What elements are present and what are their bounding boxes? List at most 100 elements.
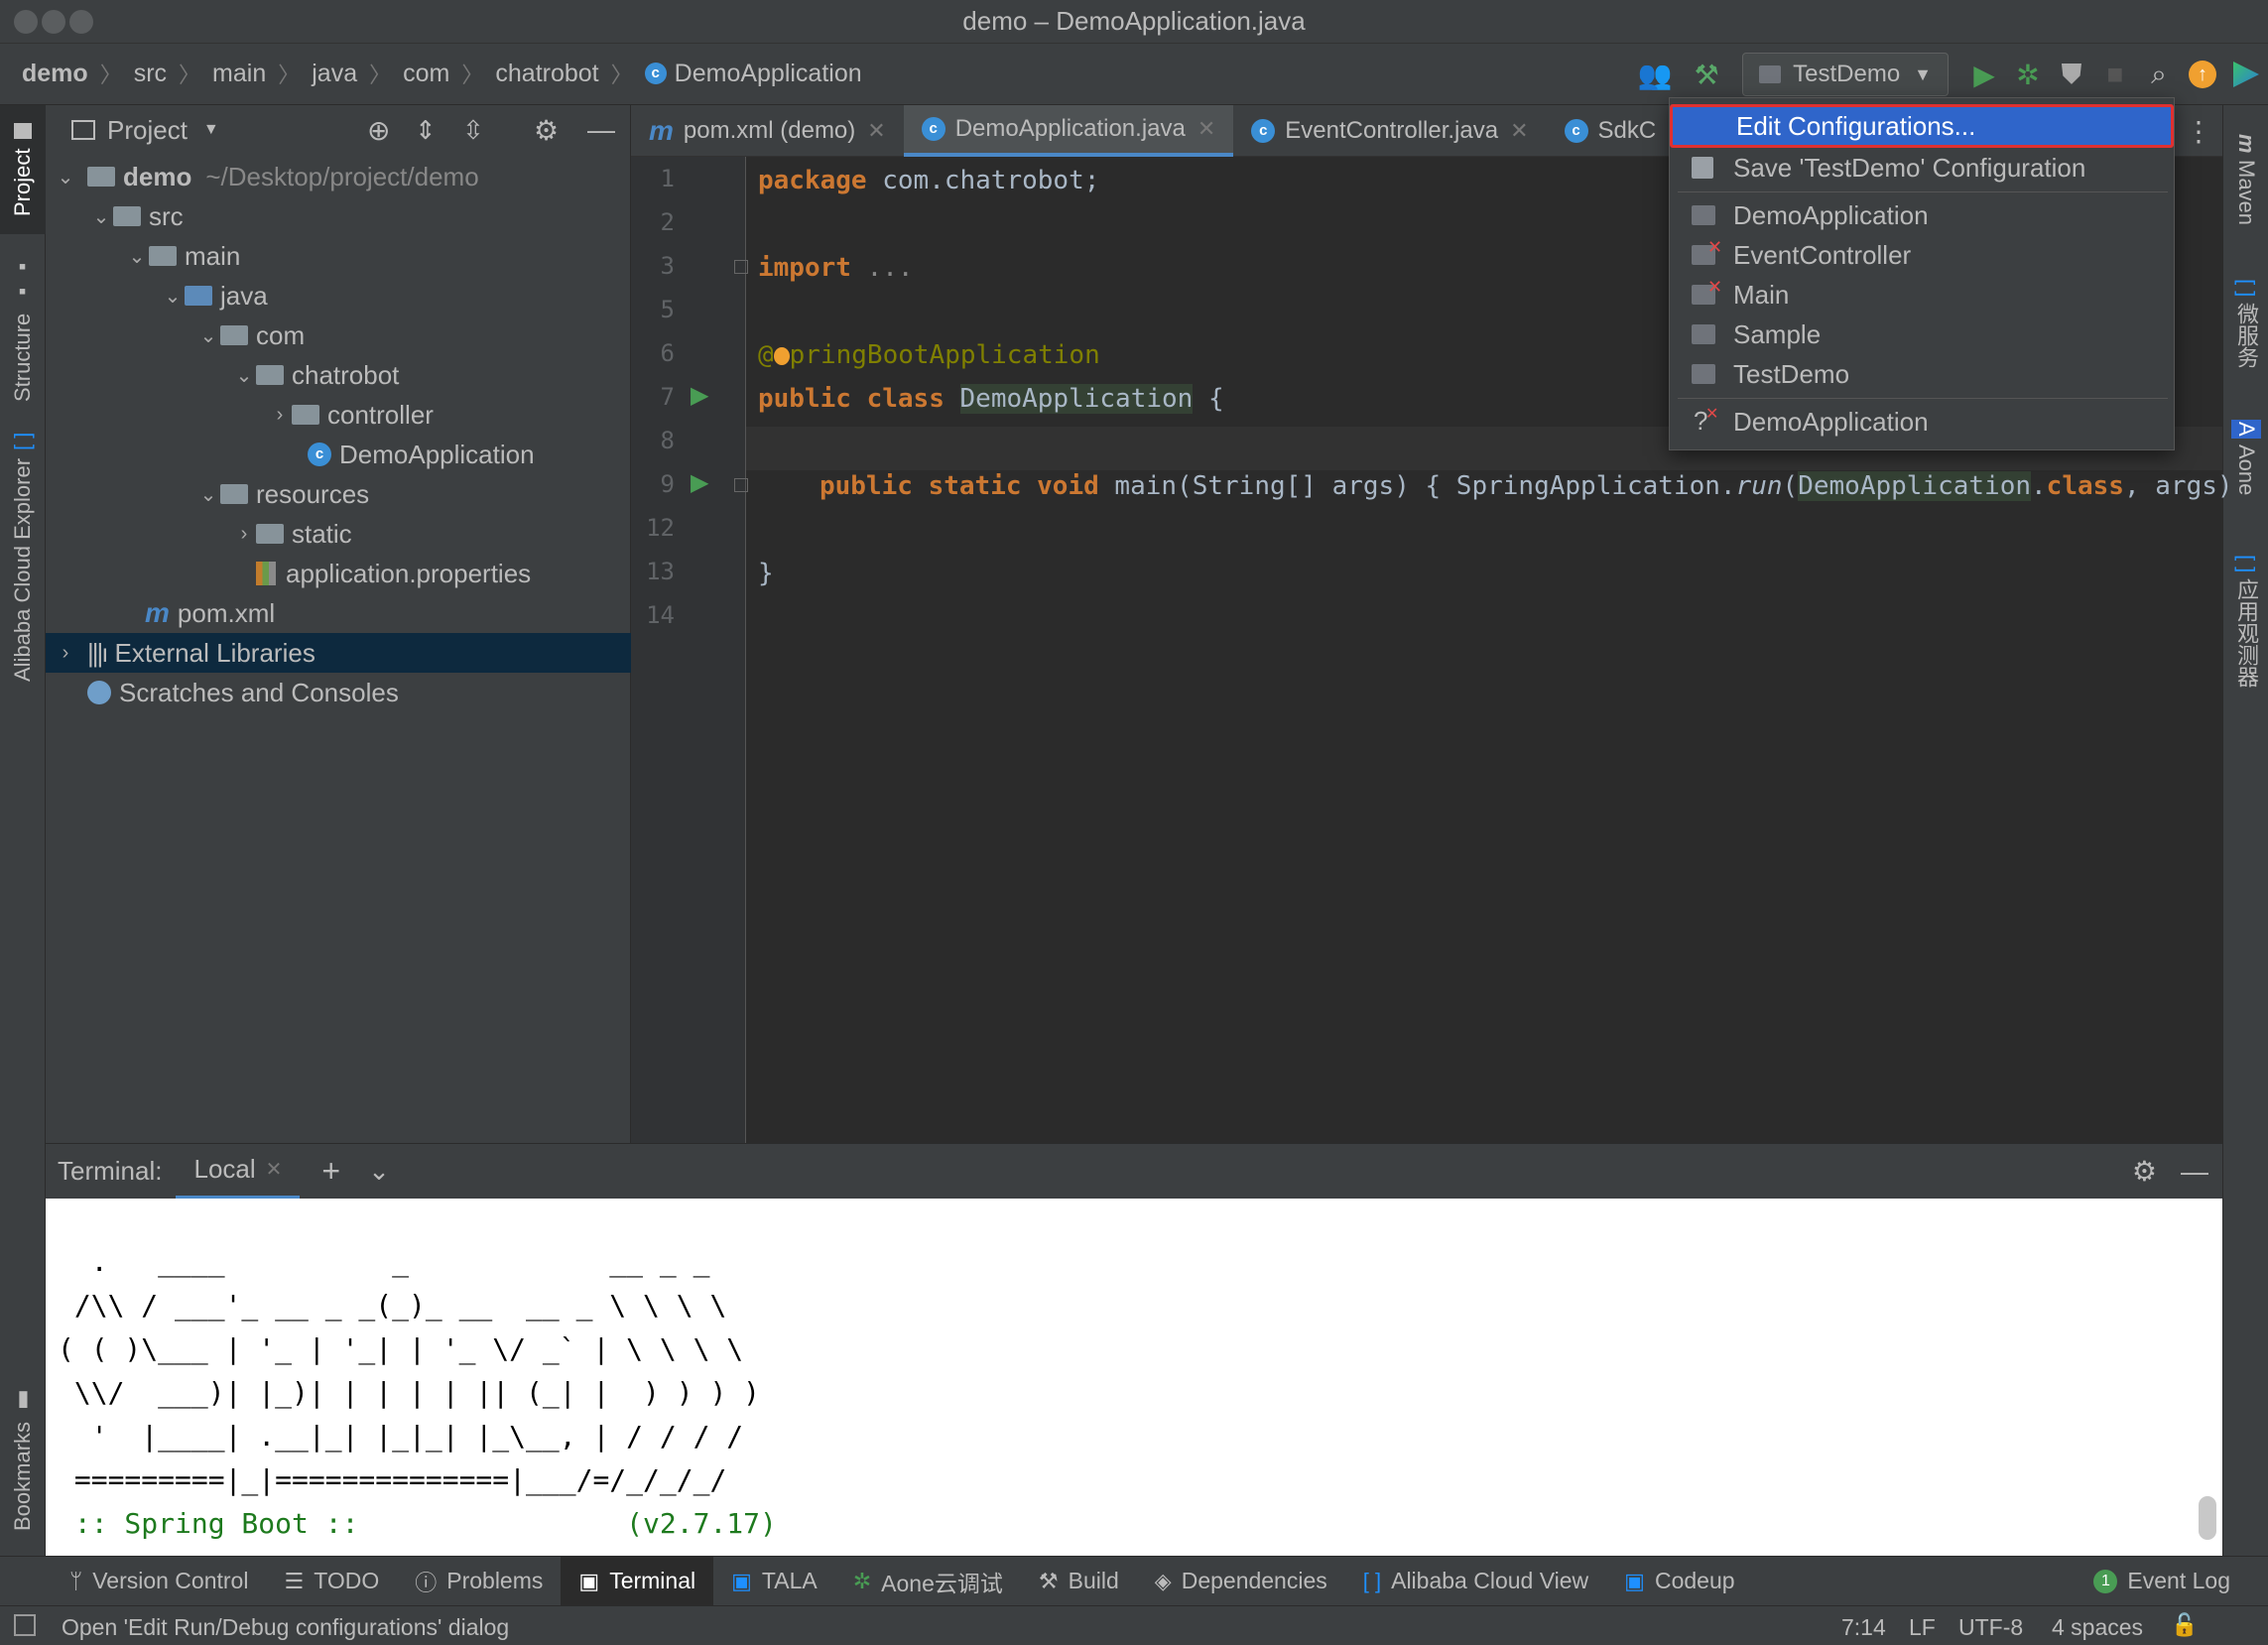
breadcrumb-demo[interactable]: demo xyxy=(22,60,88,88)
hammer-build-icon[interactable]: ⚒ xyxy=(1685,53,1728,96)
tool-build[interactable]: ⚒ Build xyxy=(1021,1557,1137,1606)
chevron-down-icon[interactable]: ⌄ xyxy=(125,244,149,269)
gear-icon[interactable]: ⚙ xyxy=(534,114,559,147)
chevron-right-icon[interactable]: › xyxy=(268,404,292,427)
tab-eventcontroller[interactable]: c EventController.java ✕ xyxy=(1233,105,1546,157)
bookmarks-tool-tab[interactable]: Bookmarks ▮ xyxy=(0,1375,46,1544)
tab-demoapplication[interactable]: c DemoApplication.java ✕ xyxy=(903,105,1234,157)
chevron-down-icon[interactable]: ⌄ xyxy=(89,204,113,229)
tree-item-chatrobot[interactable]: ⌄ chatrobot xyxy=(46,355,631,395)
line-separator[interactable]: LF xyxy=(1909,1614,1936,1641)
caret-position[interactable]: 7:14 xyxy=(1841,1614,1886,1641)
fold-icon[interactable] xyxy=(734,260,748,274)
gear-icon[interactable]: ⚙ xyxy=(2132,1155,2157,1188)
terminal-output[interactable]: . ____ _ __ _ _ /\\ / ___'_ __ _ _(_)_ _… xyxy=(46,1199,2222,1556)
chevron-down-icon[interactable]: ⌄ xyxy=(232,363,256,388)
tree-item-static[interactable]: › static xyxy=(46,514,631,554)
intention-bulb-icon[interactable] xyxy=(773,346,790,365)
run-configuration-selector[interactable]: TestDemo ▼ xyxy=(1742,53,1949,96)
tree-item-pom-xml[interactable]: m pom.xml xyxy=(46,593,631,633)
tool-version-control[interactable]: ᛘ Version Control xyxy=(0,1557,266,1606)
tree-item-controller[interactable]: › controller xyxy=(46,395,631,435)
tree-item-src[interactable]: ⌄ src xyxy=(46,196,631,236)
structure-tool-tab[interactable]: Structure ▪▪ xyxy=(0,254,46,403)
tab-sdkc[interactable]: c SdkC xyxy=(1547,105,1675,157)
user-icon[interactable]: 👥 xyxy=(1625,53,1685,96)
tree-item-com[interactable]: ⌄ com xyxy=(46,316,631,355)
maven-tool-tab[interactable]: m Maven xyxy=(2223,115,2268,244)
hide-icon[interactable]: — xyxy=(587,114,615,146)
tool-problems[interactable]: ⓘ Problems xyxy=(397,1557,561,1606)
terminal-scrollbar[interactable] xyxy=(2199,1496,2216,1540)
stop-icon[interactable]: ■ xyxy=(2093,53,2137,96)
tool-terminal[interactable]: ▣ Terminal xyxy=(561,1556,714,1606)
chevron-down-icon[interactable]: ▼ xyxy=(203,121,219,139)
chevron-down-icon[interactable]: ⌄ xyxy=(368,1156,390,1187)
chevron-right-icon[interactable]: › xyxy=(232,523,256,546)
tool-event-log[interactable]: 1 Event Log xyxy=(2076,1557,2248,1606)
breadcrumb-main[interactable]: main xyxy=(212,60,266,88)
expand-all-icon[interactable]: ⇕ xyxy=(415,115,437,146)
tree-item-external-libraries[interactable]: › |||ı External Libraries xyxy=(46,633,631,673)
update-icon[interactable]: ↑ xyxy=(2181,53,2224,96)
breadcrumb-demoapplication[interactable]: c DemoApplication xyxy=(644,60,862,88)
edit-configurations-item[interactable]: Edit Configurations... xyxy=(1670,104,2174,148)
more-tabs-icon[interactable]: ⋮ xyxy=(2185,115,2212,148)
run-gutter-icon[interactable]: ▶ xyxy=(691,381,708,410)
config-item-main[interactable]: ✕ Main xyxy=(1670,275,2174,315)
file-encoding[interactable]: UTF-8 xyxy=(1958,1614,2023,1641)
chevron-down-icon[interactable]: ⌄ xyxy=(196,482,220,507)
locate-icon[interactable]: ⊕ xyxy=(367,114,390,147)
breadcrumb-com[interactable]: com xyxy=(403,60,449,88)
tree-item-application-properties[interactable]: application.properties xyxy=(46,554,631,593)
microservice-tool-tab[interactable]: [ ] 微服务 xyxy=(2223,264,2268,383)
project-tool-tab[interactable]: Project xyxy=(0,105,46,234)
fold-icon[interactable] xyxy=(734,478,748,492)
tab-pom-xml[interactable]: m pom.xml (demo) ✕ xyxy=(631,105,904,157)
coverage-icon[interactable]: ⛊ xyxy=(2050,53,2093,96)
observer-tool-tab[interactable]: [ ] 应用观测器 xyxy=(2223,542,2268,700)
project-view-selector[interactable]: Project xyxy=(107,115,188,146)
tree-item-scratches[interactable]: Scratches and Consoles xyxy=(46,673,631,712)
tree-item-main[interactable]: ⌄ main xyxy=(46,236,631,276)
close-icon[interactable]: ✕ xyxy=(266,1157,283,1182)
indent-setting[interactable]: 4 spaces xyxy=(2052,1614,2143,1641)
chevron-down-icon[interactable]: ⌄ xyxy=(161,284,185,309)
config-item-testdemo[interactable]: TestDemo xyxy=(1670,354,2174,394)
tab-terminal-local[interactable]: Local ✕ xyxy=(176,1144,301,1200)
run-gutter-icon[interactable]: ▶ xyxy=(691,468,708,497)
config-item-demoapplication[interactable]: DemoApplication xyxy=(1670,195,2174,235)
new-terminal-icon[interactable]: + xyxy=(321,1153,340,1190)
tool-dependencies[interactable]: ◈ Dependencies xyxy=(1137,1557,1345,1606)
lock-icon[interactable]: 🔓 xyxy=(2171,1612,2198,1638)
cloud-explorer-tool-tab[interactable]: Alibaba Cloud Explorer [ ] xyxy=(0,413,46,700)
hide-icon[interactable]: — xyxy=(2181,1156,2208,1188)
breadcrumb-java[interactable]: java xyxy=(312,60,357,88)
tool-alibaba-cloud-view[interactable]: [ ] Alibaba Cloud View xyxy=(1345,1557,1606,1606)
save-configuration-item[interactable]: Save 'TestDemo' Configuration xyxy=(1670,148,2174,188)
close-icon[interactable]: ✕ xyxy=(867,118,885,144)
tool-codeup[interactable]: ▣ Codeup xyxy=(1606,1557,1752,1606)
breadcrumb-chatrobot[interactable]: chatrobot xyxy=(495,60,598,88)
tree-item-demo[interactable]: ⌄ demo ~/Desktop/project/demo xyxy=(46,157,631,196)
breadcrumb-src[interactable]: src xyxy=(134,60,167,88)
tree-item-demoapplication[interactable]: c DemoApplication xyxy=(46,435,631,474)
tree-item-java[interactable]: ⌄ java xyxy=(46,276,631,316)
plugin-logo-icon[interactable] xyxy=(2224,53,2268,96)
close-icon[interactable]: ✕ xyxy=(1510,118,1528,144)
run-icon[interactable]: ▶ xyxy=(1962,53,2006,96)
chevron-down-icon[interactable]: ⌄ xyxy=(196,323,220,348)
tool-aone-debug[interactable]: ✲ Aone云调试 xyxy=(835,1557,1021,1606)
toggle-tool-windows-icon[interactable] xyxy=(14,1614,36,1636)
tool-tala[interactable]: ▣ TALA xyxy=(713,1557,835,1606)
chevron-right-icon[interactable]: › xyxy=(54,642,77,665)
chevron-down-icon[interactable]: ⌄ xyxy=(54,165,77,190)
collapse-all-icon[interactable]: ⇳ xyxy=(462,115,484,146)
tree-item-resources[interactable]: ⌄ resources xyxy=(46,474,631,514)
config-item-demoapplication-unknown[interactable]: ? ✕ DemoApplication xyxy=(1670,402,2174,442)
search-icon[interactable]: ⌕ xyxy=(2137,53,2181,96)
close-icon[interactable]: ✕ xyxy=(1197,116,1215,142)
debug-icon[interactable]: ✲ xyxy=(2006,53,2050,96)
config-item-eventcontroller[interactable]: ✕ EventController xyxy=(1670,235,2174,275)
tool-todo[interactable]: ☰ TODO xyxy=(266,1557,397,1606)
